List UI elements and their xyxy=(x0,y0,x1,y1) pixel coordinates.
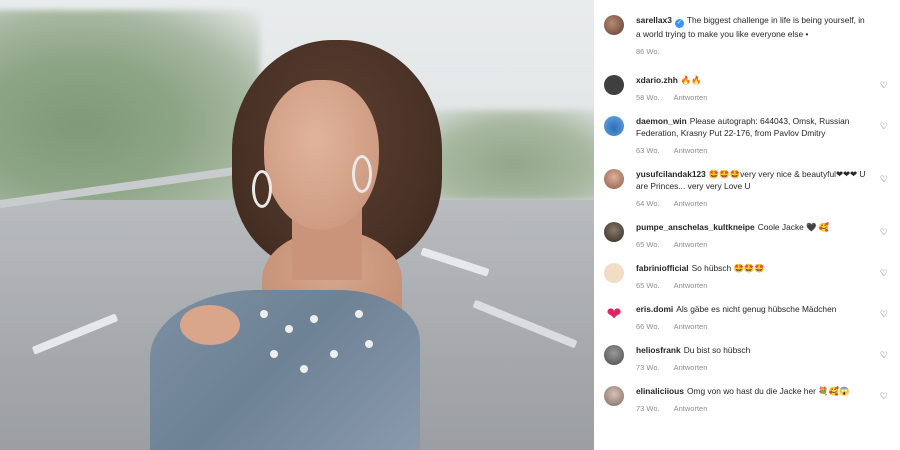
avatar[interactable] xyxy=(604,169,624,189)
reply-button[interactable]: Antworten xyxy=(674,322,708,331)
comment-body: heliosfrank Du bist so hübsch 73 Wo. Antwo… xyxy=(636,344,888,374)
heart-outline-icon[interactable]: ♡ xyxy=(880,268,888,279)
avatar[interactable] xyxy=(604,386,624,406)
photo-earring xyxy=(352,155,372,193)
comment-username[interactable]: xdario.zhh xyxy=(636,75,678,85)
comment-item: yusufcilandak123 🤩🤩🤩very very nice & beau… xyxy=(604,168,888,210)
avatar[interactable] xyxy=(604,75,624,95)
comment-meta: 73 Wo. Antworten xyxy=(636,362,868,374)
reply-button[interactable]: Antworten xyxy=(674,240,708,249)
comment-time[interactable]: 63 Wo. xyxy=(636,146,660,155)
reply-button[interactable]: Antworten xyxy=(674,199,708,208)
heart-outline-icon[interactable]: ♡ xyxy=(880,350,888,361)
jacket-pearl xyxy=(260,310,268,318)
comment-username[interactable]: fabriniofficial xyxy=(636,263,689,273)
comment-text: Als gäbe es nicht genug hübsche Mädchen xyxy=(676,304,837,314)
comment-meta: 66 Wo. Antworten xyxy=(636,321,868,333)
avatar[interactable] xyxy=(604,15,624,35)
comment-body: daemon_win Please autograph: 644043, Omsk… xyxy=(636,115,888,157)
comment-meta: 63 Wo. Antworten xyxy=(636,145,868,157)
caption-username[interactable]: sarellax3 xyxy=(636,15,672,25)
comment-body: yusufcilandak123 🤩🤩🤩very very nice & beau… xyxy=(636,168,888,210)
avatar[interactable] xyxy=(604,263,624,283)
heart-outline-icon[interactable]: ♡ xyxy=(880,174,888,185)
comment-body: elinaliciious Omg von wo hast du die Jack… xyxy=(636,385,888,415)
comment-time[interactable]: 73 Wo. xyxy=(636,404,660,413)
jacket-pearl xyxy=(285,325,293,333)
comment-meta: 64 Wo. Antworten xyxy=(636,198,868,210)
comment-item: xdario.zhh 🔥🔥 58 Wo. Antworten ♡ xyxy=(604,74,888,104)
comment-text: 🔥🔥 xyxy=(680,75,702,85)
comment-username[interactable]: pumpe_anschelas_kultkneipe xyxy=(636,222,755,232)
reply-button[interactable]: Antworten xyxy=(674,404,708,413)
comment-item: ❤ eris.domi Als gäbe es nicht genug hübsc… xyxy=(604,303,888,333)
post-view: sarellax3 ✓ The biggest challenge in life … xyxy=(0,0,900,450)
comment-time[interactable]: 64 Wo. xyxy=(636,199,660,208)
comment-text: Coole Jacke 🖤 🥰 xyxy=(757,222,830,232)
comment-item: pumpe_anschelas_kultkneipe Coole Jacke 🖤 … xyxy=(604,221,888,251)
comment-time[interactable]: 66 Wo. xyxy=(636,322,660,331)
comment-body: eris.domi Als gäbe es nicht genug hübsche… xyxy=(636,303,888,333)
jacket-pearl xyxy=(355,310,363,318)
comment-username[interactable]: elinaliciious xyxy=(636,386,684,396)
reply-button[interactable]: Antworten xyxy=(674,281,708,290)
reply-button[interactable]: Antworten xyxy=(674,93,708,102)
comment-meta: 65 Wo. Antworten xyxy=(636,239,868,251)
heart-outline-icon[interactable]: ♡ xyxy=(880,121,888,132)
comment-item: fabriniofficial So hübsch 🤩🤩🤩 65 Wo. Antwo… xyxy=(604,262,888,292)
comment-text: Omg von wo hast du die Jacke her 💐🥰😱 xyxy=(686,386,850,396)
caption-meta: 86 Wo. xyxy=(636,46,868,58)
avatar[interactable] xyxy=(604,345,624,365)
reply-button[interactable]: Antworten xyxy=(674,146,708,155)
jacket-pearl xyxy=(310,315,318,323)
comment-username[interactable]: eris.domi xyxy=(636,304,673,314)
comment-text: So hübsch 🤩🤩🤩 xyxy=(691,263,765,273)
comment-time[interactable]: 58 Wo. xyxy=(636,93,660,102)
comment-text: Du bist so hübsch xyxy=(683,345,751,355)
comment-item: elinaliciious Omg von wo hast du die Jack… xyxy=(604,385,888,415)
comment-username[interactable]: yusufcilandak123 xyxy=(636,169,706,179)
comment-meta: 73 Wo. Antworten xyxy=(636,403,868,415)
photo-earring xyxy=(252,170,272,208)
post-photo[interactable] xyxy=(0,0,594,450)
comment-time[interactable]: 65 Wo. xyxy=(636,240,660,249)
comment-item: daemon_win Please autograph: 644043, Omsk… xyxy=(604,115,888,157)
comment-time[interactable]: 73 Wo. xyxy=(636,363,660,372)
comment-body: pumpe_anschelas_kultkneipe Coole Jacke 🖤 … xyxy=(636,221,888,251)
caption-time[interactable]: 86 Wo. xyxy=(636,47,660,56)
heart-avatar-icon[interactable]: ❤ xyxy=(604,304,624,324)
comment-meta: 65 Wo. Antworten xyxy=(636,280,868,292)
comment-meta: 58 Wo. Antworten xyxy=(636,92,868,104)
jacket-pearl xyxy=(330,350,338,358)
jacket-pearl xyxy=(270,350,278,358)
jacket-pearl xyxy=(365,340,373,348)
comment-time[interactable]: 65 Wo. xyxy=(636,281,660,290)
jacket-pearl xyxy=(300,365,308,373)
post-caption: sarellax3 ✓ The biggest challenge in life … xyxy=(604,14,888,58)
heart-outline-icon[interactable]: ♡ xyxy=(880,227,888,238)
reply-button[interactable]: Antworten xyxy=(674,363,708,372)
comment-body: fabriniofficial So hübsch 🤩🤩🤩 65 Wo. Antwo… xyxy=(636,262,888,292)
avatar[interactable] xyxy=(604,116,624,136)
verified-badge-icon: ✓ xyxy=(674,19,684,28)
comment-username[interactable]: daemon_win xyxy=(636,116,687,126)
photo-hand xyxy=(180,305,240,345)
heart-outline-icon[interactable]: ♡ xyxy=(880,391,888,402)
heart-outline-icon[interactable]: ♡ xyxy=(880,80,888,91)
comment-username[interactable]: heliosfrank xyxy=(636,345,681,355)
comment-body: xdario.zhh 🔥🔥 58 Wo. Antworten xyxy=(636,74,888,104)
comments-panel[interactable]: sarellax3 ✓ The biggest challenge in life … xyxy=(594,0,900,450)
comment-item: heliosfrank Du bist so hübsch 73 Wo. Antwo… xyxy=(604,344,888,374)
caption-body: sarellax3 ✓ The biggest challenge in life … xyxy=(636,14,888,58)
heart-outline-icon[interactable]: ♡ xyxy=(880,309,888,320)
avatar[interactable] xyxy=(604,222,624,242)
